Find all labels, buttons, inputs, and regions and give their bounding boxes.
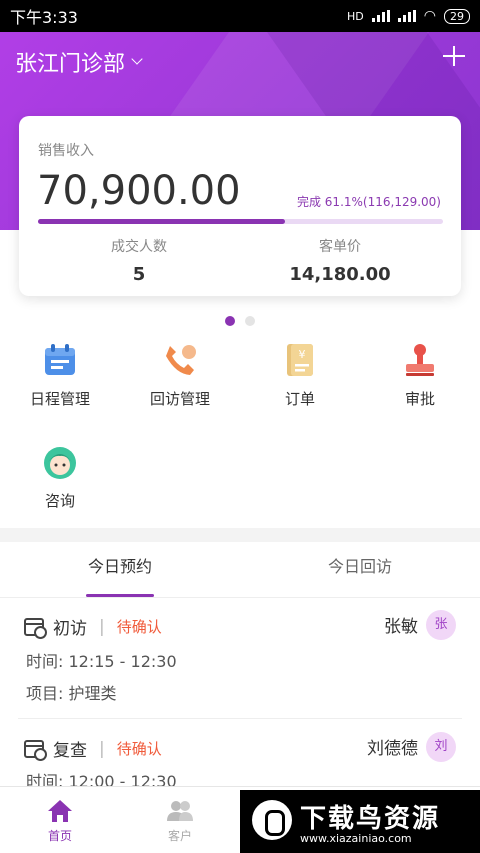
action-order[interactable]: ¥ 订单 <box>240 342 360 409</box>
watermark-logo-icon <box>252 800 292 840</box>
order-icon: ¥ <box>282 342 318 378</box>
appointment-card[interactable]: 复查 | 待确认 刘德德 刘 时间: 12:00 - 12:30 <box>0 720 480 791</box>
action-consult[interactable]: 咨询 <box>0 444 120 511</box>
appointment-type: 初访 <box>53 619 87 639</box>
action-approval[interactable]: 审批 <box>360 342 480 409</box>
tab-today-callbacks[interactable]: 今日回访 <box>240 542 480 597</box>
completion-text: 完成 61.1%(116,129.00) <box>296 195 441 209</box>
avatar[interactable]: 刘 <box>426 732 456 762</box>
battery-icon: 29 <box>444 8 470 24</box>
divider <box>18 718 462 719</box>
nav-home[interactable]: 首页 <box>0 787 120 844</box>
watermark-url: www.xiazainiao.com <box>300 832 412 845</box>
customers-icon <box>167 799 193 823</box>
nav-customers[interactable]: 客户 <box>120 787 240 844</box>
avg-price-value: 14,180.00 <box>289 264 391 285</box>
calendar-clock-icon <box>24 617 47 639</box>
appointment-header: 复查 | 待确认 <box>24 736 162 761</box>
tab-today-appointments[interactable]: 今日预约 <box>0 542 240 597</box>
action-label: 日程管理 <box>29 390 90 408</box>
sales-card[interactable]: 销售收入 70,900.00 完成 61.1%(116,129.00) 成交人数… <box>19 116 461 296</box>
signal-icon <box>371 10 390 22</box>
add-icon[interactable] <box>442 44 466 68</box>
deal-count-stat: 成交人数 5 <box>39 236 239 285</box>
appointment-card[interactable]: 初访 | 待确认 张敏 张 时间: 12:15 - 12:30 项目: 护理类 <box>0 600 480 718</box>
calendar-clock-icon <box>24 739 47 761</box>
status-bar: 下午3:33 HD ◠ 29 <box>0 0 480 32</box>
deal-count-value: 5 <box>132 264 146 285</box>
consultant-icon <box>42 444 78 480</box>
action-label: 审批 <box>404 390 435 408</box>
section-divider <box>0 528 480 542</box>
action-label: 咨询 <box>44 492 75 510</box>
tab-bar: 今日预约 今日回访 <box>0 542 480 598</box>
clinic-selector[interactable]: 张江门诊部 <box>15 46 143 78</box>
deal-count-label: 成交人数 <box>111 239 167 255</box>
action-schedule[interactable]: 日程管理 <box>0 342 120 409</box>
status-icons: HD ◠ 29 <box>347 8 470 24</box>
status-badge: 待确认 <box>116 618 162 636</box>
action-label: 订单 <box>284 390 315 408</box>
network-type: HD <box>347 9 364 23</box>
svg-text:¥: ¥ <box>299 348 306 361</box>
separator: | <box>99 738 105 759</box>
appointment-type: 复查 <box>53 741 87 761</box>
sales-progress-bar <box>38 219 443 224</box>
progress-fill <box>38 219 286 224</box>
appointment-time: 时间: 12:15 - 12:30 <box>26 652 177 671</box>
pager-dot[interactable] <box>245 316 255 326</box>
calendar-icon <box>42 342 78 378</box>
home-icon <box>47 799 73 823</box>
signal-2-icon <box>397 10 416 22</box>
pager-dot-active[interactable] <box>225 316 235 326</box>
appointment-item: 项目: 护理类 <box>26 684 117 703</box>
action-label: 回访管理 <box>149 390 210 408</box>
phone-callback-icon <box>162 342 198 378</box>
clinic-name: 张江门诊部 <box>15 52 126 77</box>
watermark: 下载鸟资源 www.xiazainiao.com <box>240 790 480 853</box>
customer-name: 张敏 <box>384 617 418 637</box>
separator: | <box>99 616 105 637</box>
appointment-header: 初访 | 待确认 <box>24 614 162 639</box>
status-badge: 待确认 <box>116 740 162 758</box>
customer-name: 刘德德 <box>367 739 418 759</box>
chevron-down-icon <box>131 53 143 65</box>
pager-dots <box>225 316 255 326</box>
sales-amount: 70,900.00 <box>37 168 241 214</box>
status-time: 下午3:33 <box>10 8 78 27</box>
wifi-icon: ◠ <box>423 8 436 24</box>
avg-price-label: 客单价 <box>319 239 361 255</box>
action-callback[interactable]: 回访管理 <box>120 342 240 409</box>
nav-label: 首页 <box>47 829 72 843</box>
avatar[interactable]: 张 <box>426 610 456 640</box>
nav-label: 客户 <box>167 829 192 843</box>
stamp-icon <box>402 342 438 378</box>
avg-price-stat: 客单价 14,180.00 <box>240 236 440 285</box>
watermark-title: 下载鸟资源 <box>300 804 441 834</box>
sales-label: 销售收入 <box>38 143 94 159</box>
